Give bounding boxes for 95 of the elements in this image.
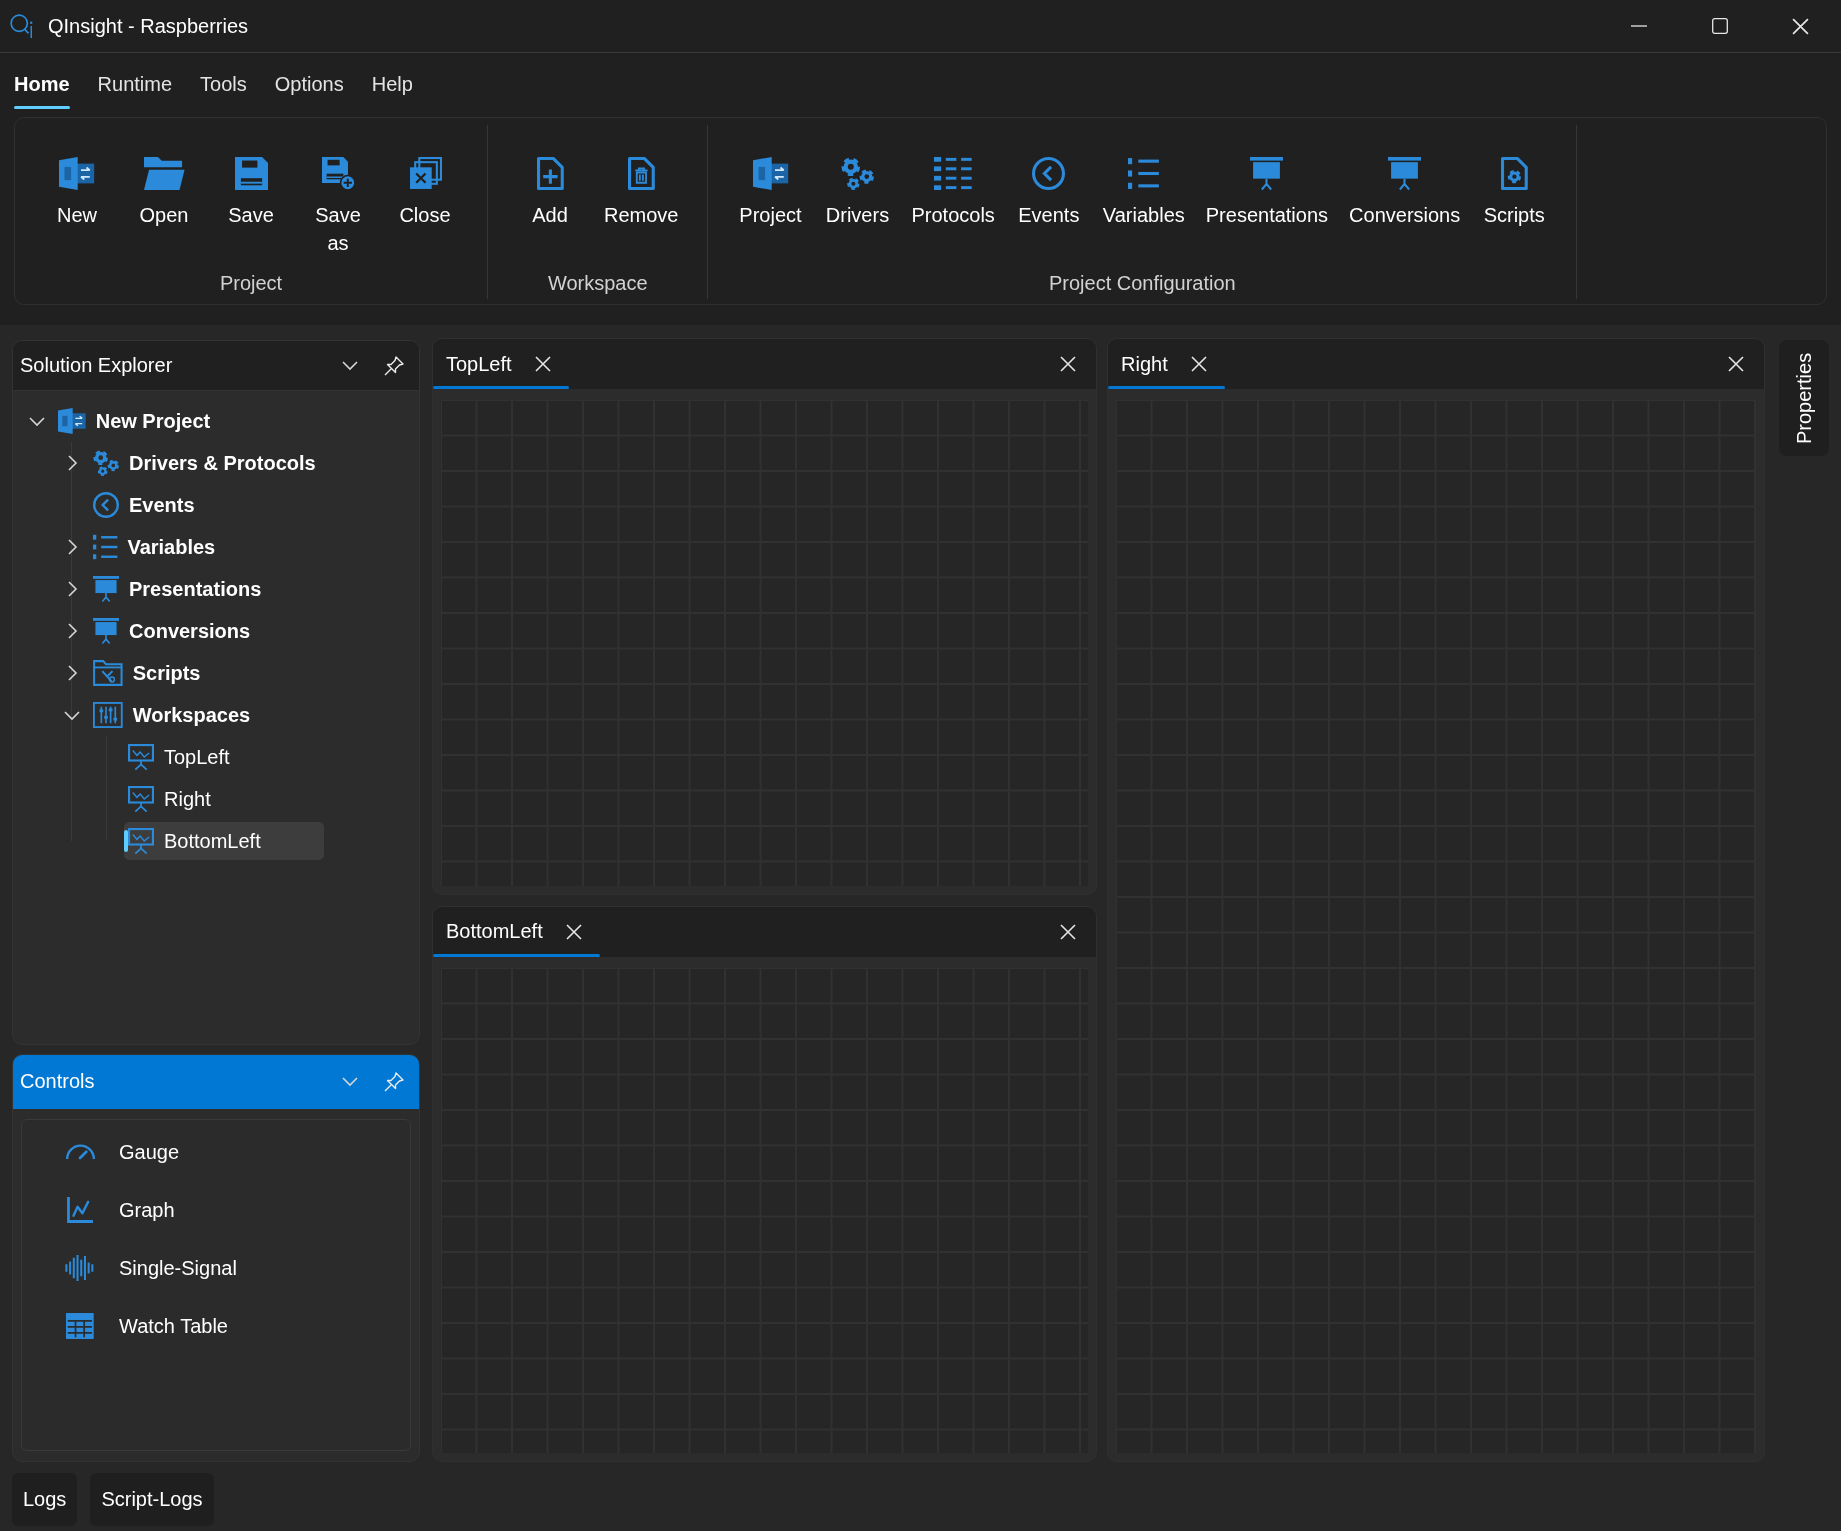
ribbon-group-label: Project xyxy=(219,271,283,295)
tree-item[interactable]: Right xyxy=(124,780,219,818)
minimize-icon[interactable] xyxy=(1630,25,1647,27)
bottom-tab[interactable]: Logs xyxy=(12,1473,78,1526)
gauge-icon xyxy=(64,1144,96,1160)
bottom-tab[interactable]: Script-Logs xyxy=(90,1473,214,1526)
ribbon-button[interactable]: New xyxy=(35,157,119,229)
ribbon-button[interactable]: Drivers xyxy=(815,157,900,229)
floppy-disk-plus-icon xyxy=(321,157,355,190)
folder-icon xyxy=(143,157,185,190)
tree-item[interactable]: Workspaces xyxy=(89,696,259,734)
line-chart-icon xyxy=(67,1197,93,1223)
gears-icon xyxy=(841,157,874,190)
chart-board-icon xyxy=(128,828,154,854)
list-icon xyxy=(934,157,972,190)
app-logo-icon xyxy=(10,14,34,38)
close-icon[interactable] xyxy=(565,923,582,940)
panel-title: Controls xyxy=(20,1070,95,1093)
tree-item[interactable]: Scripts xyxy=(89,654,209,692)
document-trash-icon xyxy=(627,157,655,190)
chevron-down-icon[interactable] xyxy=(342,361,358,370)
ribbon-group-label: Project Configuration xyxy=(1048,271,1236,295)
ribbon-button[interactable]: Remove xyxy=(595,157,688,229)
ribbon-button[interactable]: Presentations xyxy=(1196,157,1338,229)
chevron-right-icon[interactable] xyxy=(67,623,77,639)
panel-swap-arrows-icon xyxy=(59,157,95,190)
document-tab[interactable]: BottomLeft xyxy=(433,906,600,957)
ribbon-group-label: Workspace xyxy=(547,271,648,295)
circle-chevron-icon xyxy=(93,492,119,518)
control-item[interactable]: Single-Signal xyxy=(22,1239,410,1297)
panel-title: Solution Explorer xyxy=(20,354,173,377)
document-tab[interactable]: Right xyxy=(1108,339,1225,389)
presentation-board-icon xyxy=(1388,157,1422,190)
document-gear-icon xyxy=(1500,157,1528,190)
circle-chevron-icon xyxy=(1032,157,1066,190)
document-plus-icon xyxy=(536,157,564,190)
tree-item[interactable]: Conversions xyxy=(89,612,259,650)
ribbon-button[interactable]: Scripts xyxy=(1472,157,1557,229)
chevron-right-icon[interactable] xyxy=(67,581,77,597)
tree-item[interactable]: Presentations xyxy=(89,570,270,608)
ribbon-button[interactable]: Events xyxy=(1006,157,1091,229)
maximize-icon[interactable] xyxy=(1711,18,1728,34)
control-item[interactable]: Gauge xyxy=(22,1123,410,1181)
gears-icon xyxy=(93,450,119,476)
pin-icon[interactable] xyxy=(384,355,404,376)
side-tab[interactable]: Properties xyxy=(1779,340,1829,456)
ribbon-button[interactable]: Close xyxy=(383,157,467,229)
folder-tool-icon xyxy=(93,660,123,686)
close-icon[interactable] xyxy=(1060,356,1076,372)
ribbon-button[interactable]: Conversions xyxy=(1340,157,1470,229)
tree-item[interactable]: Variables xyxy=(89,528,224,566)
ribbon-button[interactable]: Open xyxy=(122,157,206,229)
chevron-right-icon[interactable] xyxy=(67,539,77,555)
tree-item[interactable]: Drivers & Protocols xyxy=(89,444,324,482)
chevron-down-icon[interactable] xyxy=(29,416,45,426)
ribbon-button[interactable]: Save xyxy=(209,157,293,229)
close-icon[interactable] xyxy=(1792,17,1809,35)
ribbon-button[interactable]: Add xyxy=(508,157,592,229)
ribbon-button[interactable]: Save as xyxy=(296,157,380,257)
ribbon-button[interactable]: Variables xyxy=(1093,157,1194,229)
sliders-icon xyxy=(93,702,123,728)
chevron-right-icon[interactable] xyxy=(67,665,77,681)
bulleted-list-icon xyxy=(1128,157,1160,190)
close-windows-icon xyxy=(408,157,442,190)
menu-tab[interactable]: Options xyxy=(274,53,344,116)
presentation-board-icon xyxy=(93,618,119,644)
menu-tab[interactable]: Home xyxy=(14,53,70,116)
panel-swap-arrows-icon xyxy=(752,157,789,190)
close-icon[interactable] xyxy=(1060,923,1076,940)
menu-tab[interactable]: Help xyxy=(371,53,413,116)
close-icon[interactable] xyxy=(1728,356,1744,372)
tree-item[interactable]: TopLeft xyxy=(124,738,238,776)
ribbon-button[interactable]: Protocols xyxy=(902,157,1004,229)
chart-board-icon xyxy=(128,786,154,812)
window-title: QInsight - Raspberries xyxy=(48,14,249,38)
control-item[interactable]: Graph xyxy=(22,1181,410,1239)
bulleted-list-icon xyxy=(93,534,118,560)
menu-tab[interactable]: Tools xyxy=(200,53,247,116)
tree-item[interactable]: BottomLeft xyxy=(124,822,324,860)
close-icon[interactable] xyxy=(534,356,551,372)
ribbon-button[interactable]: Project xyxy=(728,157,813,229)
chart-board-icon xyxy=(128,744,154,770)
presentation-board-icon xyxy=(93,576,119,602)
table-icon xyxy=(66,1313,94,1339)
panel-swap-arrows-icon xyxy=(58,408,86,434)
control-item[interactable]: Watch Table xyxy=(22,1297,410,1355)
tree-item[interactable]: Events xyxy=(89,486,203,524)
presentation-board-icon xyxy=(1250,157,1284,190)
close-icon[interactable] xyxy=(1190,356,1207,372)
menu-tab[interactable]: Runtime xyxy=(97,53,173,116)
waveform-icon xyxy=(65,1255,95,1281)
chevron-down-icon[interactable] xyxy=(64,710,80,720)
chevron-right-icon[interactable] xyxy=(67,455,77,471)
document-tab[interactable]: TopLeft xyxy=(433,339,569,389)
tree-item[interactable]: New Project xyxy=(54,402,219,440)
